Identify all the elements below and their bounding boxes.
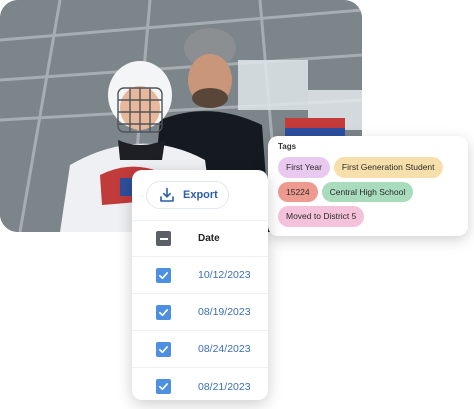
download-tray-icon — [160, 187, 174, 202]
checkmark-icon — [159, 345, 168, 353]
export-button[interactable]: Export — [146, 181, 229, 209]
checkmark-icon — [159, 271, 168, 279]
records-table-card: Export Date 10/12/2023 08/19/2023 08/24/… — [132, 170, 268, 400]
export-toolbar: Export — [132, 170, 268, 220]
checkmark-icon — [159, 308, 168, 316]
table-header: Date — [132, 220, 268, 257]
row-checkbox[interactable] — [156, 379, 171, 394]
tags-title: Tags — [278, 142, 297, 151]
table-row: 08/21/2023 — [132, 368, 268, 400]
row-date[interactable]: 08/19/2023 — [198, 306, 251, 318]
row-checkbox[interactable] — [156, 304, 171, 320]
export-label: Export — [183, 189, 218, 201]
row-checkbox[interactable] — [156, 341, 171, 357]
select-all-checkbox[interactable] — [156, 231, 171, 246]
tag-first-generation-student[interactable]: First Generation Student — [333, 157, 443, 178]
checkmark-icon — [159, 383, 168, 391]
tags-list: First Year First Generation Student 1522… — [278, 157, 460, 227]
indeterminate-dash-icon — [159, 237, 168, 240]
table-row: 08/19/2023 — [132, 294, 268, 331]
date-column-header[interactable]: Date — [198, 233, 220, 244]
table-row: 10/12/2023 — [132, 257, 268, 294]
tag-moved-to-district[interactable]: Moved to District 5 — [278, 206, 365, 227]
table-row: 08/24/2023 — [132, 331, 268, 368]
row-date[interactable]: 10/12/2023 — [198, 269, 251, 281]
row-date[interactable]: 08/21/2023 — [198, 381, 251, 393]
tag-first-year[interactable]: First Year — [278, 157, 330, 178]
tags-card: Tags First Year First Generation Student… — [268, 136, 468, 236]
row-date[interactable]: 08/24/2023 — [198, 343, 251, 355]
row-checkbox[interactable] — [156, 267, 171, 283]
tag-zip-code[interactable]: 15224 — [278, 181, 318, 202]
tag-central-high-school[interactable]: Central High School — [321, 181, 414, 202]
